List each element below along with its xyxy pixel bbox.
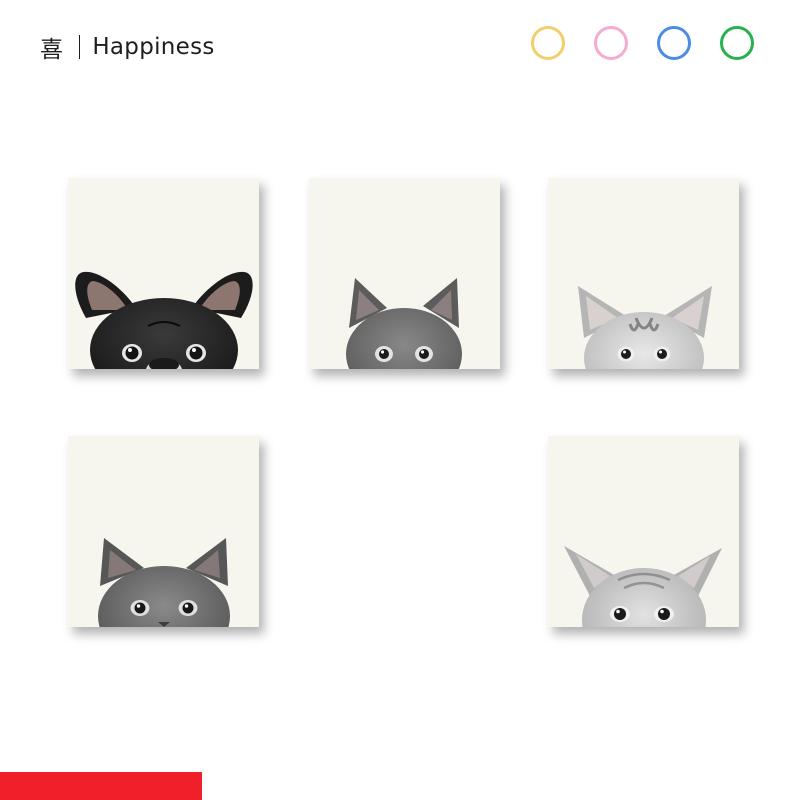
accent-bar — [0, 772, 202, 800]
pet-tile-fluffy-cat[interactable] — [548, 436, 739, 627]
pet-tile-gray-cat-2[interactable] — [68, 436, 259, 627]
brand-name: Happiness — [92, 34, 215, 60]
fluffy-cat-icon — [564, 546, 722, 627]
pet-tile-tabby-kitten[interactable] — [548, 178, 739, 369]
tabby-kitten-icon — [578, 286, 712, 369]
swatch-pink[interactable] — [594, 26, 628, 60]
pet-tile-gray-cat[interactable] — [309, 178, 500, 369]
french-bulldog-icon — [75, 271, 253, 369]
brand-divider — [79, 35, 81, 59]
swatch-blue[interactable] — [657, 26, 691, 60]
swatch-green[interactable] — [720, 26, 754, 60]
gray-cat-icon — [98, 538, 230, 627]
swatch-yellow[interactable] — [531, 26, 565, 60]
brand-title: 喜 Happiness — [40, 30, 215, 64]
color-swatches — [531, 26, 754, 60]
pet-tile-french-bulldog[interactable] — [68, 178, 259, 369]
brand-glyph: 喜 — [40, 37, 64, 63]
gray-cat-icon — [346, 278, 462, 369]
